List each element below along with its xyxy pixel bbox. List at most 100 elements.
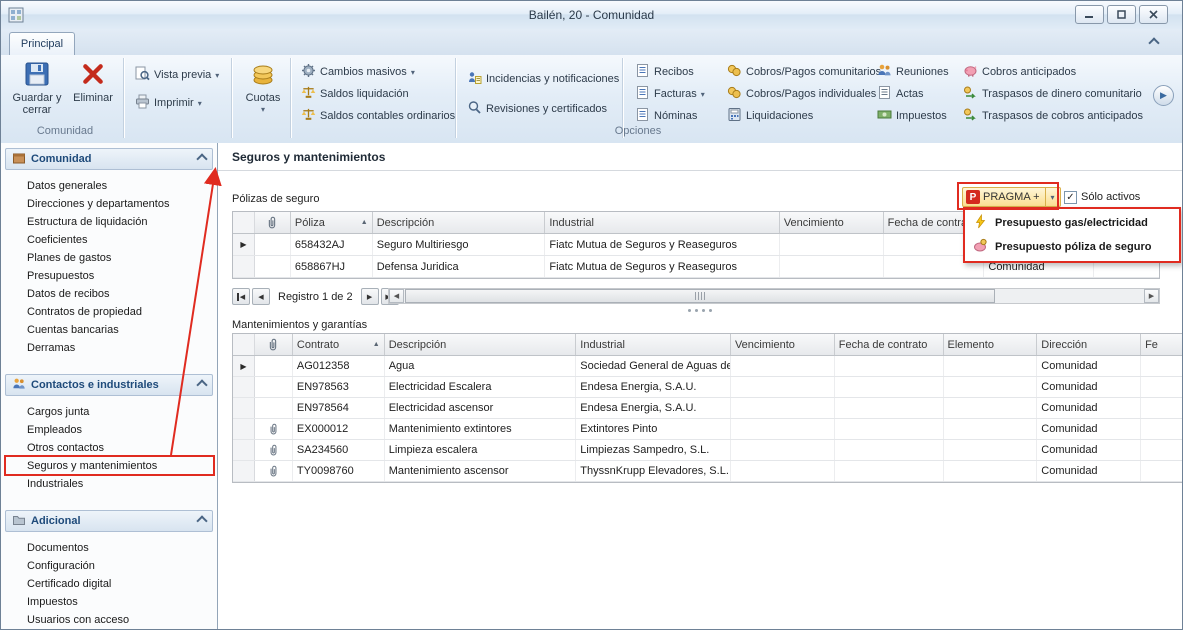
cell-industrial[interactable]: Endesa Energia, S.A.U.: [576, 398, 731, 418]
maximize-button[interactable]: [1107, 5, 1136, 24]
cobros-pagos-comunitarios-button[interactable]: Cobros/Pagos comunitarios: [723, 62, 885, 82]
sidebar-item-certificado-digital[interactable]: Certificado digital: [5, 575, 213, 593]
sidebar-item-configuracion[interactable]: Configuración: [5, 557, 213, 575]
attachment-cell[interactable]: [255, 440, 293, 460]
liquidaciones-button[interactable]: Liquidaciones: [723, 106, 817, 126]
splitter-handle[interactable]: [688, 309, 712, 312]
cell-industrial[interactable]: Endesa Energia, S.A.U.: [576, 377, 731, 397]
sidebar-item-cargos-junta[interactable]: Cargos junta: [5, 403, 213, 421]
saldos-contables-button[interactable]: Saldos contables ordinarios: [297, 106, 459, 126]
saldos-liquidacion-button[interactable]: Saldos liquidación: [297, 84, 413, 104]
recibos-button[interactable]: Recibos: [631, 62, 698, 82]
cell-elemento[interactable]: [944, 398, 1038, 418]
collapse-ribbon-button[interactable]: [1146, 37, 1162, 49]
column-header-vencimiento[interactable]: Vencimiento: [731, 334, 835, 355]
pragma-dropdown-arrow[interactable]: ▾: [1045, 188, 1060, 206]
first-record-button[interactable]: ◀: [232, 288, 250, 305]
cell-vencimiento[interactable]: [780, 256, 884, 277]
revisiones-button[interactable]: Revisiones y certificados: [463, 99, 611, 119]
cell-contrato[interactable]: EN978563: [293, 377, 385, 397]
attachment-cell[interactable]: [255, 377, 293, 397]
cell-contrato[interactable]: EN978564: [293, 398, 385, 418]
cell-direccion[interactable]: Comunidad: [1037, 398, 1141, 418]
sidebar-item-coeficientes[interactable]: Coeficientes: [5, 231, 213, 249]
horizontal-scrollbar[interactable]: ◀ ▶: [388, 288, 1160, 304]
pragma-button[interactable]: P PRAGMA + ▾: [962, 187, 1061, 207]
sidebar-item-derramas[interactable]: Derramas: [5, 339, 213, 357]
cell-descripcion[interactable]: Seguro Multiriesgo: [373, 234, 546, 255]
row-indicator[interactable]: [233, 419, 255, 439]
cell-descripcion[interactable]: Mantenimiento extintores: [385, 419, 577, 439]
attachment-cell[interactable]: [255, 256, 291, 277]
cell-contrato[interactable]: AG012358: [293, 356, 385, 376]
cell-vencimiento[interactable]: [731, 461, 835, 481]
solo-activos-checkbox[interactable]: ✓: [1064, 191, 1077, 204]
cell-vencimiento[interactable]: [731, 377, 835, 397]
cell-fecha-contrato[interactable]: [835, 440, 944, 460]
eliminar-button[interactable]: Eliminar: [67, 58, 119, 126]
column-header-industrial[interactable]: Industrial: [545, 212, 779, 233]
sidebar-item-usuarios-acceso[interactable]: Usuarios con acceso: [5, 611, 213, 629]
cell-fecha-contrato[interactable]: [835, 377, 944, 397]
sidebar-item-datos-recibos[interactable]: Datos de recibos: [5, 285, 213, 303]
attachment-cell[interactable]: [255, 461, 293, 481]
cell-elemento[interactable]: [944, 377, 1038, 397]
scroll-right-button[interactable]: ▶: [1144, 289, 1159, 303]
impuestos-button[interactable]: Impuestos: [873, 106, 951, 126]
sidebar-item-documentos[interactable]: Documentos: [5, 539, 213, 557]
sidebar-group-header-adicional[interactable]: Adicional: [5, 510, 213, 532]
cell-industrial[interactable]: Limpiezas Sampedro, S.L.: [576, 440, 731, 460]
cell-contrato[interactable]: EX000012: [293, 419, 385, 439]
attachment-cell[interactable]: [255, 356, 293, 376]
cell-elemento[interactable]: [944, 440, 1038, 460]
cell-vencimiento[interactable]: [731, 356, 835, 376]
cell-descripcion[interactable]: Electricidad Escalera: [385, 377, 577, 397]
cobros-pagos-individuales-button[interactable]: Cobros/Pagos individuales: [723, 84, 880, 104]
table-row[interactable]: TY0098760 Mantenimiento ascensor ThyssnK…: [233, 461, 1182, 482]
attachment-cell[interactable]: [255, 398, 293, 418]
cell-elemento[interactable]: [944, 356, 1038, 376]
sidebar-item-seguros-mantenimientos[interactable]: Seguros y mantenimientos: [5, 457, 213, 475]
column-header-elemento[interactable]: Elemento: [944, 334, 1038, 355]
cell-direccion[interactable]: Comunidad: [1037, 419, 1141, 439]
attachment-column-header[interactable]: [255, 212, 291, 233]
cell-contrato[interactable]: TY0098760: [293, 461, 385, 481]
cell-poliza[interactable]: 658432AJ: [291, 234, 373, 255]
table-row[interactable]: ▶ AG012358 Agua Sociedad General de Agua…: [233, 356, 1182, 377]
row-indicator[interactable]: [233, 256, 255, 277]
sidebar-item-otros-contactos[interactable]: Otros contactos: [5, 439, 213, 457]
attachment-cell[interactable]: [255, 419, 293, 439]
cell-descripcion[interactable]: Electricidad ascensor: [385, 398, 577, 418]
column-header-industrial[interactable]: Industrial: [576, 334, 731, 355]
next-record-button[interactable]: ▶: [361, 288, 379, 305]
cell-elemento[interactable]: [944, 419, 1038, 439]
cell-descripcion[interactable]: Defensa Juridica: [373, 256, 546, 277]
column-header-contrato[interactable]: Contrato▲: [293, 334, 385, 355]
cell-vencimiento[interactable]: [731, 440, 835, 460]
row-indicator[interactable]: [233, 398, 255, 418]
column-header-direccion[interactable]: Dirección: [1037, 334, 1141, 355]
cell-industrial[interactable]: Extintores Pinto: [576, 419, 731, 439]
sidebar-group-header-comunidad[interactable]: Comunidad: [5, 148, 213, 170]
cell-descripcion[interactable]: Mantenimiento ascensor: [385, 461, 577, 481]
sidebar-item-direcciones[interactable]: Direcciones y departamentos: [5, 195, 213, 213]
row-indicator[interactable]: [233, 461, 255, 481]
cell-direccion[interactable]: Comunidad: [1037, 356, 1141, 376]
sidebar-item-estructura-liquidacion[interactable]: Estructura de liquidación: [5, 213, 213, 231]
cell-vencimiento[interactable]: [731, 419, 835, 439]
cell-direccion[interactable]: Comunidad: [1037, 461, 1141, 481]
reuniones-button[interactable]: Reuniones: [873, 62, 953, 82]
cell-direccion[interactable]: Comunidad: [1037, 440, 1141, 460]
tab-principal[interactable]: Principal: [9, 32, 75, 56]
sidebar-item-datos-generales[interactable]: Datos generales: [5, 177, 213, 195]
cell-vencimiento[interactable]: [731, 398, 835, 418]
column-header-fecha-contrato[interactable]: Fecha de contrato: [835, 334, 944, 355]
previous-record-button[interactable]: ◀: [252, 288, 270, 305]
cell-poliza[interactable]: 658867HJ: [291, 256, 373, 277]
cell-contrato[interactable]: SA234560: [293, 440, 385, 460]
sidebar-item-contratos-propiedad[interactable]: Contratos de propiedad: [5, 303, 213, 321]
cell-direccion[interactable]: Comunidad: [1037, 377, 1141, 397]
menu-item-presupuesto-poliza-seguro[interactable]: Presupuesto póliza de seguro: [965, 235, 1179, 259]
facturas-button[interactable]: Facturas ▾: [631, 84, 709, 104]
table-row[interactable]: EX000012 Mantenimiento extintores Extint…: [233, 419, 1182, 440]
